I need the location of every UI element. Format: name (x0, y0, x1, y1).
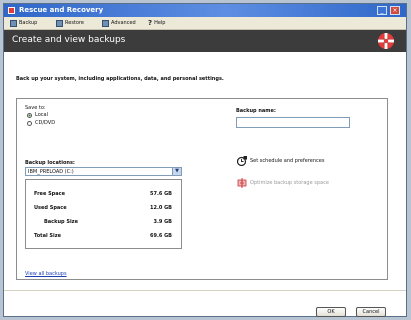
backup-location-value: IBM_PRELOAD (C:) (28, 169, 74, 175)
backup-name-input[interactable] (236, 117, 350, 128)
page-header: Create and view backups (4, 30, 406, 52)
schedule-preferences-link[interactable]: Set schedule and preferences (237, 156, 324, 166)
menu-bar: Backup Restore Advanced ? Help (4, 17, 406, 30)
lifesaver-icon (378, 33, 394, 49)
close-button[interactable]: × (390, 6, 400, 15)
stat-value: 3.9 GB (153, 219, 172, 225)
stat-label: Free Space (34, 191, 65, 197)
instructions-text: Back up your system, including applicati… (16, 76, 224, 82)
stat-value: 12.0 GB (150, 205, 172, 211)
stat-label: Backup Size (44, 219, 78, 225)
restore-icon (56, 19, 63, 27)
title-bar[interactable]: Rescue and Recovery _ × (4, 4, 406, 17)
stat-total-size: Total Size 69.6 GB (26, 232, 181, 242)
cancel-button[interactable]: Cancel (356, 307, 386, 317)
backup-locations-label: Backup locations: (25, 160, 75, 166)
stat-label: Used Space (34, 205, 67, 211)
backup-location-select[interactable]: IBM_PRELOAD (C:) ▼ (25, 167, 182, 176)
optimize-storage-link[interactable]: Optimize backup storage space (237, 178, 329, 188)
menu-item-restore[interactable]: Restore (56, 19, 84, 27)
radio-local[interactable]: Local (27, 112, 48, 118)
stat-label: Total Size (34, 233, 62, 239)
stat-value: 57.6 GB (150, 191, 172, 197)
optimize-storage-icon (237, 178, 247, 188)
radio-indicator (27, 112, 32, 118)
backup-icon (10, 19, 17, 27)
menu-item-label: Restore (65, 20, 84, 26)
menu-item-backup[interactable]: Backup (10, 19, 37, 27)
disk-space-summary: Free Space 57.6 GB Used Space 12.0 GB Ba… (25, 179, 182, 249)
stat-free-space: Free Space 57.6 GB (26, 190, 181, 200)
backup-name-label: Backup name: (236, 108, 276, 114)
menu-item-label: Backup (19, 20, 38, 26)
menu-item-advanced[interactable]: Advanced (102, 19, 136, 27)
radio-indicator (27, 120, 32, 126)
footer-divider (4, 290, 406, 291)
app-icon (8, 7, 15, 14)
app-window: Rescue and Recovery _ × Backup Restore A… (3, 3, 407, 317)
window-title: Rescue and Recovery (19, 6, 104, 14)
minimize-button[interactable]: _ (377, 6, 387, 15)
optimize-label: Optimize backup storage space (250, 180, 329, 186)
view-all-backups-link[interactable]: View all backups (25, 271, 67, 277)
menu-item-label: Advanced (111, 20, 136, 26)
ok-button[interactable]: OK (316, 307, 346, 317)
stat-backup-size: Backup Size 3.9 GB (26, 218, 181, 228)
chevron-down-icon[interactable]: ▼ (172, 168, 181, 175)
menu-item-label: Help (154, 20, 166, 26)
schedule-label: Set schedule and preferences (250, 158, 325, 164)
radio-label: CD/DVD (35, 120, 56, 126)
save-to-label: Save to: (25, 105, 46, 111)
backup-panel: Save to: Local CD/DVD Backup name: Backu… (16, 98, 388, 280)
menu-item-help[interactable]: ? Help (148, 19, 165, 27)
help-icon: ? (148, 18, 153, 27)
advanced-icon (102, 19, 109, 27)
stat-value: 69.6 GB (150, 233, 172, 239)
stat-used-space: Used Space 12.0 GB (26, 204, 181, 214)
radio-cd-dvd[interactable]: CD/DVD (27, 120, 55, 126)
page-title: Create and view backups (12, 35, 126, 45)
radio-label: Local (35, 112, 48, 118)
clock-icon (237, 156, 247, 166)
